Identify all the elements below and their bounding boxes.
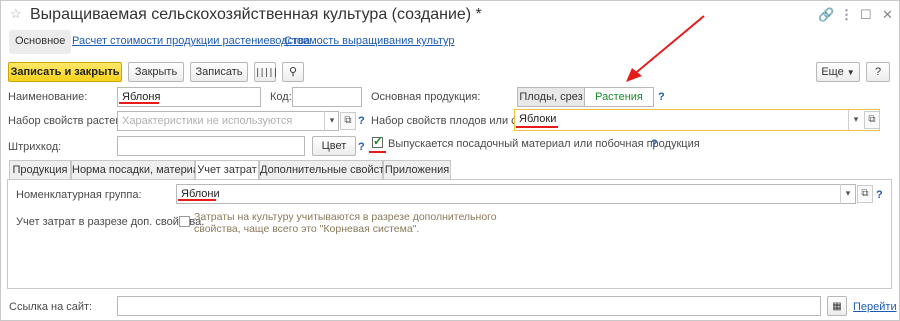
close-button[interactable]: Закрыть (128, 62, 184, 82)
red-underline-name (119, 102, 159, 104)
fruit-props-select[interactable]: Яблоки (514, 109, 880, 131)
link-icon[interactable]: 🔗 (818, 7, 834, 23)
tab-main[interactable]: Основное (9, 30, 72, 54)
dropdown-icon[interactable]: ▾ (324, 111, 339, 131)
segment-fruits[interactable]: Плоды, срез (517, 87, 585, 107)
tab-products[interactable]: Продукция (9, 160, 71, 180)
dropdown-icon[interactable]: ▾ (840, 184, 855, 204)
barcode-label: Штрихкод: (8, 141, 62, 153)
nomenclature-label: Номенклатурная группа: (16, 189, 142, 201)
more-menu-button[interactable]: Еще ▼ (816, 62, 860, 82)
segment-plants[interactable]: Растения (584, 87, 654, 107)
barcode-icon: ||||| (255, 68, 278, 78)
help-icon-color[interactable]: ? (358, 141, 365, 153)
close-icon[interactable]: ✕ (882, 7, 893, 23)
maximize-icon[interactable]: ☐ (860, 7, 872, 23)
tab-additional-props[interactable]: Дополнительные свойства (259, 160, 396, 180)
barcode-button[interactable]: ||||| (254, 62, 278, 82)
qr-icon: ▦ (832, 301, 842, 312)
star-icon[interactable]: ☆ (10, 6, 22, 22)
tab-costs[interactable]: Учет затрат (195, 160, 259, 181)
chevron-down-icon: ▼ (846, 68, 855, 77)
help-icon-props[interactable]: ? (358, 115, 365, 127)
pin-button[interactable]: ⚲ (282, 62, 304, 82)
help-icon-main-product[interactable]: ? (658, 91, 665, 103)
go-link[interactable]: Перейти (853, 301, 897, 313)
addprops-label: Учет затрат в разрезе доп. свойства: (16, 216, 205, 228)
tab-planting-norm[interactable]: Норма посадки, материал (71, 160, 205, 180)
site-input[interactable] (117, 296, 821, 316)
save-and-close-button[interactable]: Записать и закрыть (8, 62, 122, 82)
code-label: Код: (270, 91, 292, 103)
planting-checkbox[interactable]: ✓ (372, 134, 384, 148)
nav-link-growing-cost[interactable]: Стоимость выращивания культур (284, 30, 455, 54)
red-underline-fruit (516, 126, 558, 128)
red-underline-checkbox (369, 151, 386, 153)
addprops-checkbox[interactable] (179, 216, 190, 227)
color-button[interactable]: Цвет (312, 136, 356, 156)
check-icon: ✓ (373, 134, 384, 148)
red-arrow-annotation (626, 15, 705, 82)
help-button[interactable]: ? (866, 62, 890, 82)
window-title: Выращиваемая сельскохозяйственная культу… (30, 6, 482, 23)
name-label: Наименование: (8, 91, 88, 103)
open-icon[interactable]: ⧉ (857, 185, 873, 203)
addprops-note-line1: Затраты на культуру учитываются в разрез… (194, 211, 497, 223)
red-underline-nomenclature (178, 199, 216, 201)
nomenclature-select[interactable]: Яблони (176, 184, 856, 204)
save-button[interactable]: Записать (190, 62, 248, 82)
main-product-label: Основная продукция: (371, 91, 481, 103)
fruit-props-value: Яблоки (519, 113, 557, 125)
dropdown-icon[interactable]: ▾ (848, 110, 863, 130)
open-icon[interactable]: ⧉ (340, 112, 356, 130)
qr-button[interactable]: ▦ (827, 296, 847, 316)
plant-props-placeholder: Характеристики не используются (122, 115, 293, 127)
addprops-note: Затраты на культуру учитываются в разрез… (194, 211, 497, 235)
pin-icon: ⚲ (288, 66, 298, 78)
site-label: Ссылка на сайт: (9, 301, 93, 313)
open-icon[interactable]: ⧉ (864, 111, 880, 129)
nav-link-production-cost[interactable]: Расчет стоимости продукции растениеводст… (72, 30, 310, 54)
code-input[interactable] (292, 87, 362, 107)
tab-attachments[interactable]: Приложения (383, 160, 451, 180)
plant-props-select[interactable]: Характеристики не используются (117, 111, 339, 131)
help-icon-planting[interactable]: ? (651, 138, 658, 150)
more-menu-label: Еще (821, 66, 844, 78)
help-icon-nomenclature[interactable]: ? (876, 189, 883, 201)
more-icon[interactable]: ⋮ (840, 7, 853, 23)
addprops-note-line2: свойства, чаще всего это "Корневая систе… (194, 223, 420, 235)
barcode-input[interactable] (117, 136, 305, 156)
name-input[interactable]: Яблоня (117, 87, 261, 107)
